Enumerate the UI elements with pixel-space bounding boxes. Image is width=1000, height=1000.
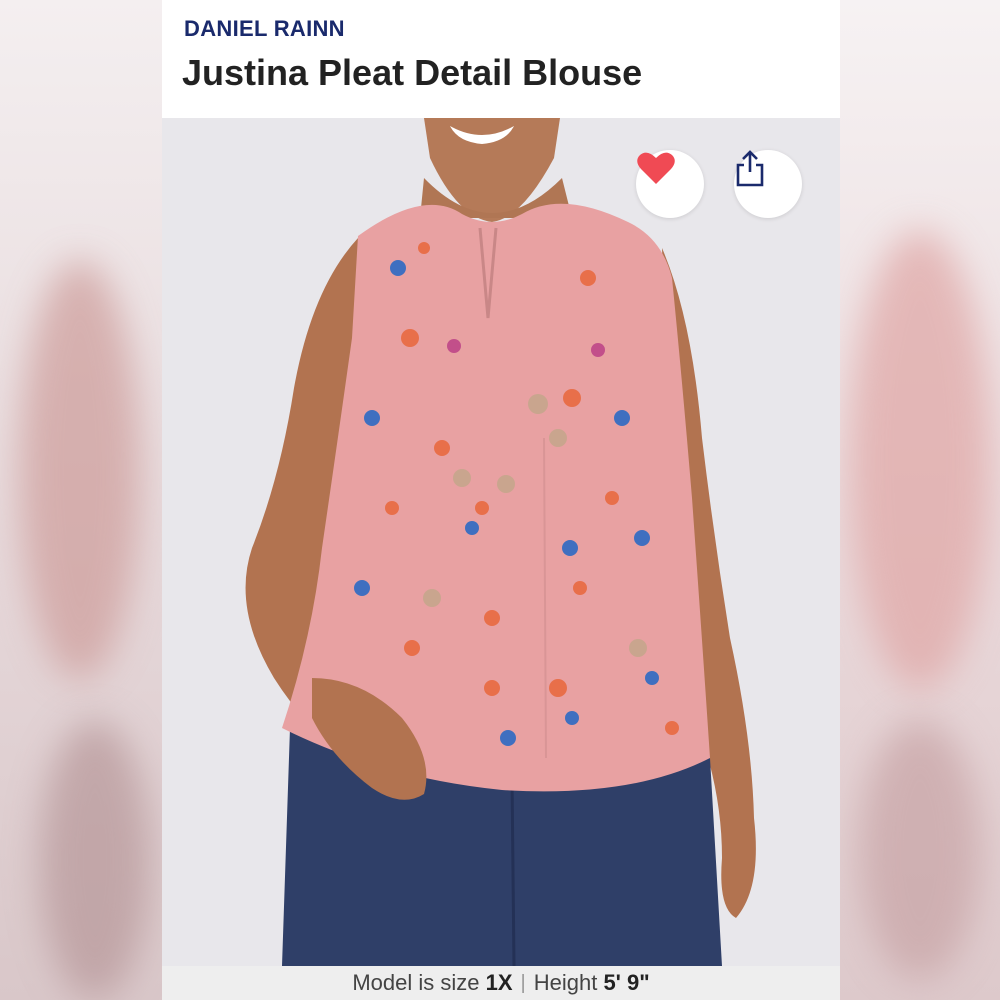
height-value: 5' 9" xyxy=(603,970,650,995)
product-image[interactable] xyxy=(162,118,840,966)
product-header: DANIEL RAINN Justina Pleat Detail Blouse xyxy=(162,0,840,118)
blurred-background-right xyxy=(840,0,1000,1000)
product-card: DANIEL RAINN Justina Pleat Detail Blouse xyxy=(162,0,840,1000)
size-prefix: Model is size xyxy=(352,970,486,995)
caption-separator: | xyxy=(520,971,526,994)
model-photo xyxy=(162,118,840,966)
favorite-button[interactable] xyxy=(636,150,704,218)
brand-name[interactable]: DANIEL RAINN xyxy=(184,16,345,42)
model-size-caption: Model is size 1X | Height 5' 9" xyxy=(162,966,840,1000)
size-value: 1X xyxy=(485,970,513,995)
height-prefix: Height xyxy=(533,970,604,995)
product-title: Justina Pleat Detail Blouse xyxy=(182,52,643,93)
share-button[interactable] xyxy=(734,150,802,218)
blurred-background-left xyxy=(0,0,162,1000)
